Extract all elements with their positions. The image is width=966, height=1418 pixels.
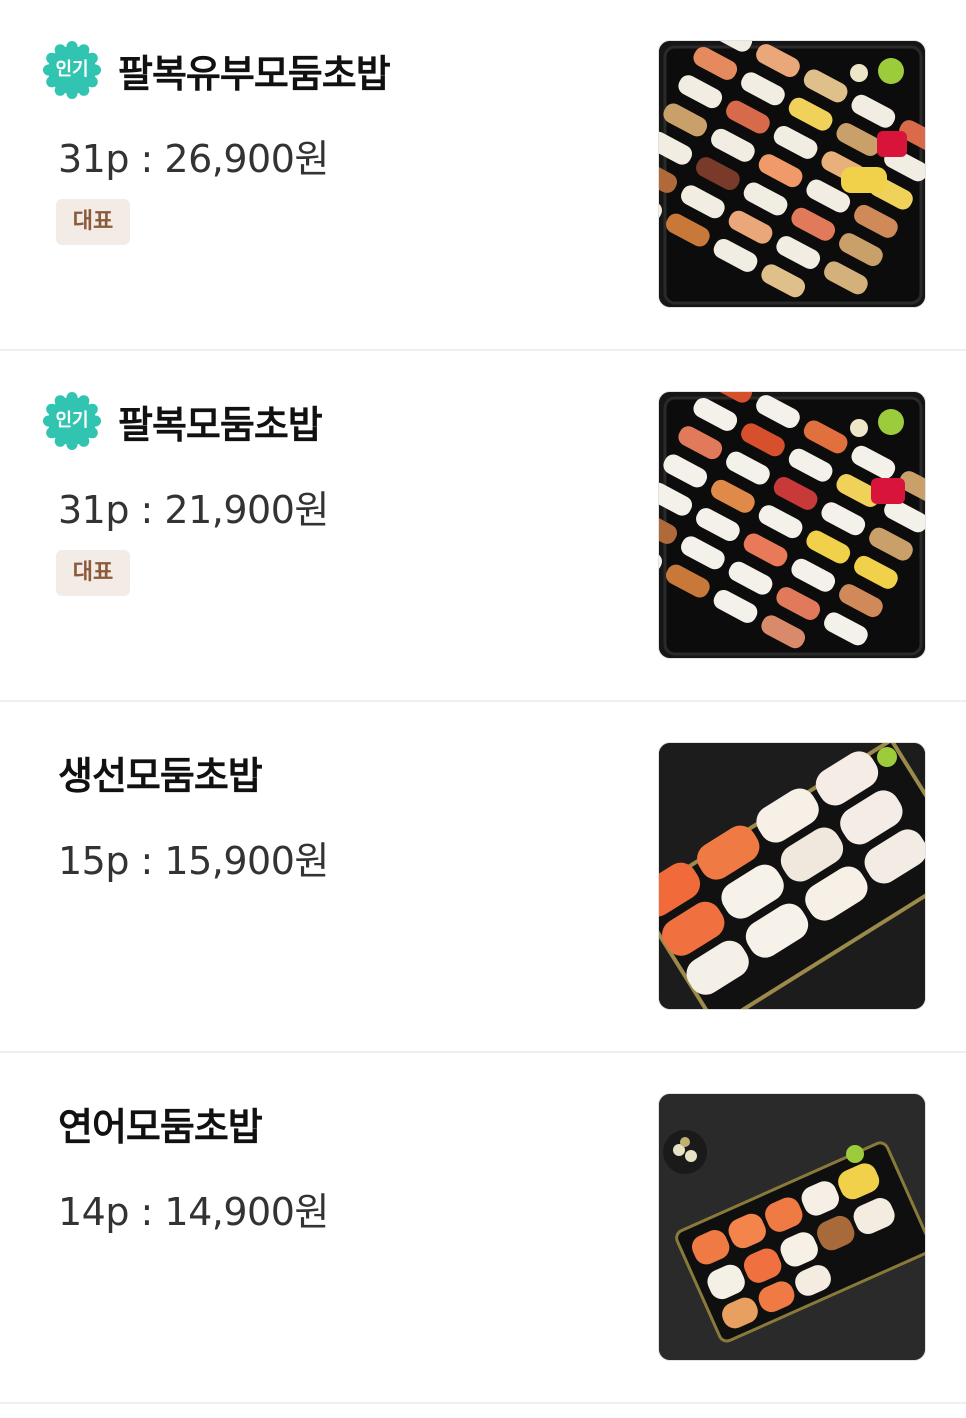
menu-item-price: 14p : 14,900원 <box>58 1190 329 1234</box>
menu-item-photo[interactable] <box>658 1093 926 1361</box>
menu-item-saengseon-modum[interactable]: 생선모둠초밥 15p : 15,900원 <box>0 702 966 1053</box>
representative-tag: 대표 <box>56 199 130 245</box>
menu-item-photo[interactable] <box>658 742 926 1010</box>
menu-item-name: 생선모둠초밥 <box>58 753 263 798</box>
menu-item-title-row: 인기 팔복모둠초밥 <box>42 391 323 451</box>
menu-item-info: 생선모둠초밥 15p : 15,900원 <box>0 702 640 1051</box>
menu-item-title-row: 인기 팔복유부모둠초밥 <box>42 40 391 100</box>
menu-item-price: 31p : 21,900원 <box>58 488 329 532</box>
menu-item-yeoneo-modum[interactable]: 연어모둠초밥 14p : 14,900원 <box>0 1053 966 1404</box>
sushi-platter-inari-image <box>659 41 925 307</box>
menu-item-price: 15p : 15,900원 <box>58 839 329 883</box>
popular-badge: 인기 <box>42 40 102 100</box>
menu-item-info: 인기 팔복유부모둠초밥 31p : 26,900원 대표 <box>0 0 640 349</box>
menu-item-info: 인기 팔복모둠초밥 31p : 21,900원 대표 <box>0 351 640 700</box>
menu-item-info: 연어모둠초밥 14p : 14,900원 <box>0 1053 640 1402</box>
menu-item-name: 연어모둠초밥 <box>58 1104 263 1149</box>
sushi-fish-assorted-image <box>659 743 925 1009</box>
menu-list: 인기 팔복유부모둠초밥 31p : 26,900원 대표 인기 팔복모둠초밥 3… <box>0 0 966 1404</box>
menu-item-palbok-yubu[interactable]: 인기 팔복유부모둠초밥 31p : 26,900원 대표 <box>0 0 966 351</box>
menu-item-title-row: 연어모둠초밥 <box>58 1093 263 1153</box>
representative-tag: 대표 <box>56 550 130 596</box>
menu-item-title-row: 생선모둠초밥 <box>58 742 263 802</box>
menu-item-name: 팔복모둠초밥 <box>118 402 323 447</box>
sushi-platter-assorted-image <box>659 392 925 658</box>
menu-item-photo[interactable] <box>658 40 926 308</box>
menu-item-price: 31p : 26,900원 <box>58 137 329 181</box>
popular-badge-label: 인기 <box>55 410 89 431</box>
menu-item-palbok-modum[interactable]: 인기 팔복모둠초밥 31p : 21,900원 대표 <box>0 351 966 702</box>
popular-badge: 인기 <box>42 391 102 451</box>
menu-item-photo[interactable] <box>658 391 926 659</box>
menu-item-name: 팔복유부모둠초밥 <box>118 51 391 96</box>
sushi-salmon-assorted-image <box>659 1094 925 1360</box>
popular-badge-label: 인기 <box>55 59 89 80</box>
